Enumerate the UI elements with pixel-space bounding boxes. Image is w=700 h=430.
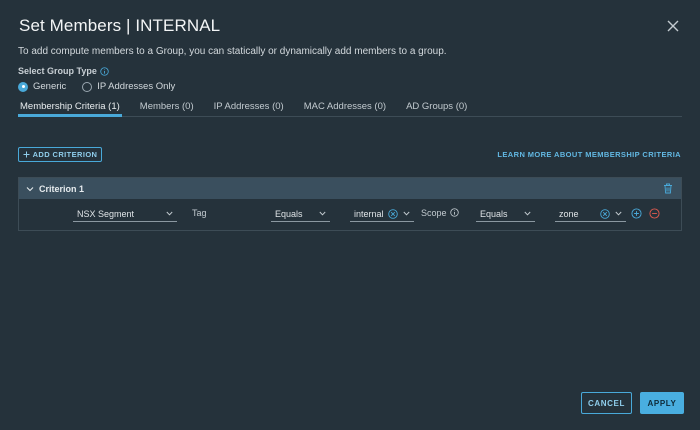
clear-icon[interactable] <box>600 209 610 219</box>
close-icon[interactable] <box>666 19 680 33</box>
scope-value: zone <box>559 209 579 219</box>
criterion-header[interactable]: Criterion 1 <box>19 178 681 199</box>
scope-operator-value: Equals <box>480 209 508 219</box>
radio-ip-only[interactable] <box>82 81 93 92</box>
dialog-title: Set Members | INTERNAL <box>19 16 221 35</box>
add-circle-icon[interactable] <box>631 208 642 219</box>
tab-members[interactable]: Members (0) <box>138 99 196 117</box>
chevron-down-icon <box>166 211 173 216</box>
radio-option-generic[interactable]: Generic <box>18 81 66 92</box>
tab-membership-criteria[interactable]: Membership Criteria (1) <box>18 99 122 117</box>
scope-operator-dropdown[interactable]: Equals <box>476 207 535 222</box>
trash-icon[interactable] <box>663 183 673 194</box>
criterion-title: Criterion 1 <box>39 183 85 194</box>
group-type-radio-group: Generic IP Addresses Only <box>18 81 191 92</box>
apply-button[interactable]: APPLY <box>640 392 684 414</box>
member-type-value: NSX Segment <box>77 209 135 219</box>
group-type-label: Select Group Type <box>18 66 97 76</box>
add-criterion-button[interactable]: ADD CRITERION <box>18 147 102 162</box>
tag-operator-dropdown[interactable]: Equals <box>271 207 330 222</box>
chevron-down-icon <box>524 211 531 216</box>
info-icon[interactable] <box>100 66 109 76</box>
plus-icon <box>23 151 30 158</box>
group-type-heading: Select Group Type <box>18 66 109 76</box>
chevron-down-icon[interactable] <box>26 186 34 192</box>
chevron-down-icon <box>615 211 622 216</box>
tag-value: internal <box>354 209 384 219</box>
radio-ip-only-label: IP Addresses Only <box>97 81 176 92</box>
criterion-panel: Criterion 1 NSX Segment Tag Equals inter… <box>18 177 682 231</box>
tag-value-combobox[interactable]: internal <box>350 207 414 222</box>
radio-generic[interactable] <box>18 81 28 92</box>
member-type-dropdown[interactable]: NSX Segment <box>73 207 177 222</box>
info-icon[interactable] <box>450 208 459 217</box>
scope-value-combobox[interactable]: zone <box>555 207 626 222</box>
add-criterion-label: ADD CRITERION <box>32 150 98 159</box>
tab-ip-addresses[interactable]: IP Addresses (0) <box>212 99 286 117</box>
tag-operator-value: Equals <box>275 209 303 219</box>
clear-icon[interactable] <box>388 209 398 219</box>
scope-label: Scope <box>421 208 447 218</box>
chevron-down-icon <box>319 211 326 216</box>
tab-mac-addresses[interactable]: MAC Addresses (0) <box>302 99 388 117</box>
tab-ad-groups[interactable]: AD Groups (0) <box>404 99 469 117</box>
radio-generic-label: Generic <box>33 81 67 92</box>
learn-more-link[interactable]: LEARN MORE ABOUT MEMBERSHIP CRITERIA <box>497 150 681 159</box>
cancel-button[interactable]: CANCEL <box>581 392 632 414</box>
chevron-down-icon <box>403 211 410 216</box>
tab-bar: Membership Criteria (1) Members (0) IP A… <box>18 99 682 117</box>
dialog-intro: To add compute members to a Group, you c… <box>18 46 447 57</box>
radio-option-ip-only[interactable]: IP Addresses Only <box>82 81 175 92</box>
remove-circle-icon[interactable] <box>649 208 660 219</box>
tag-label: Tag <box>192 208 207 218</box>
criterion-row: NSX Segment Tag Equals internal Scope Eq… <box>19 199 681 231</box>
